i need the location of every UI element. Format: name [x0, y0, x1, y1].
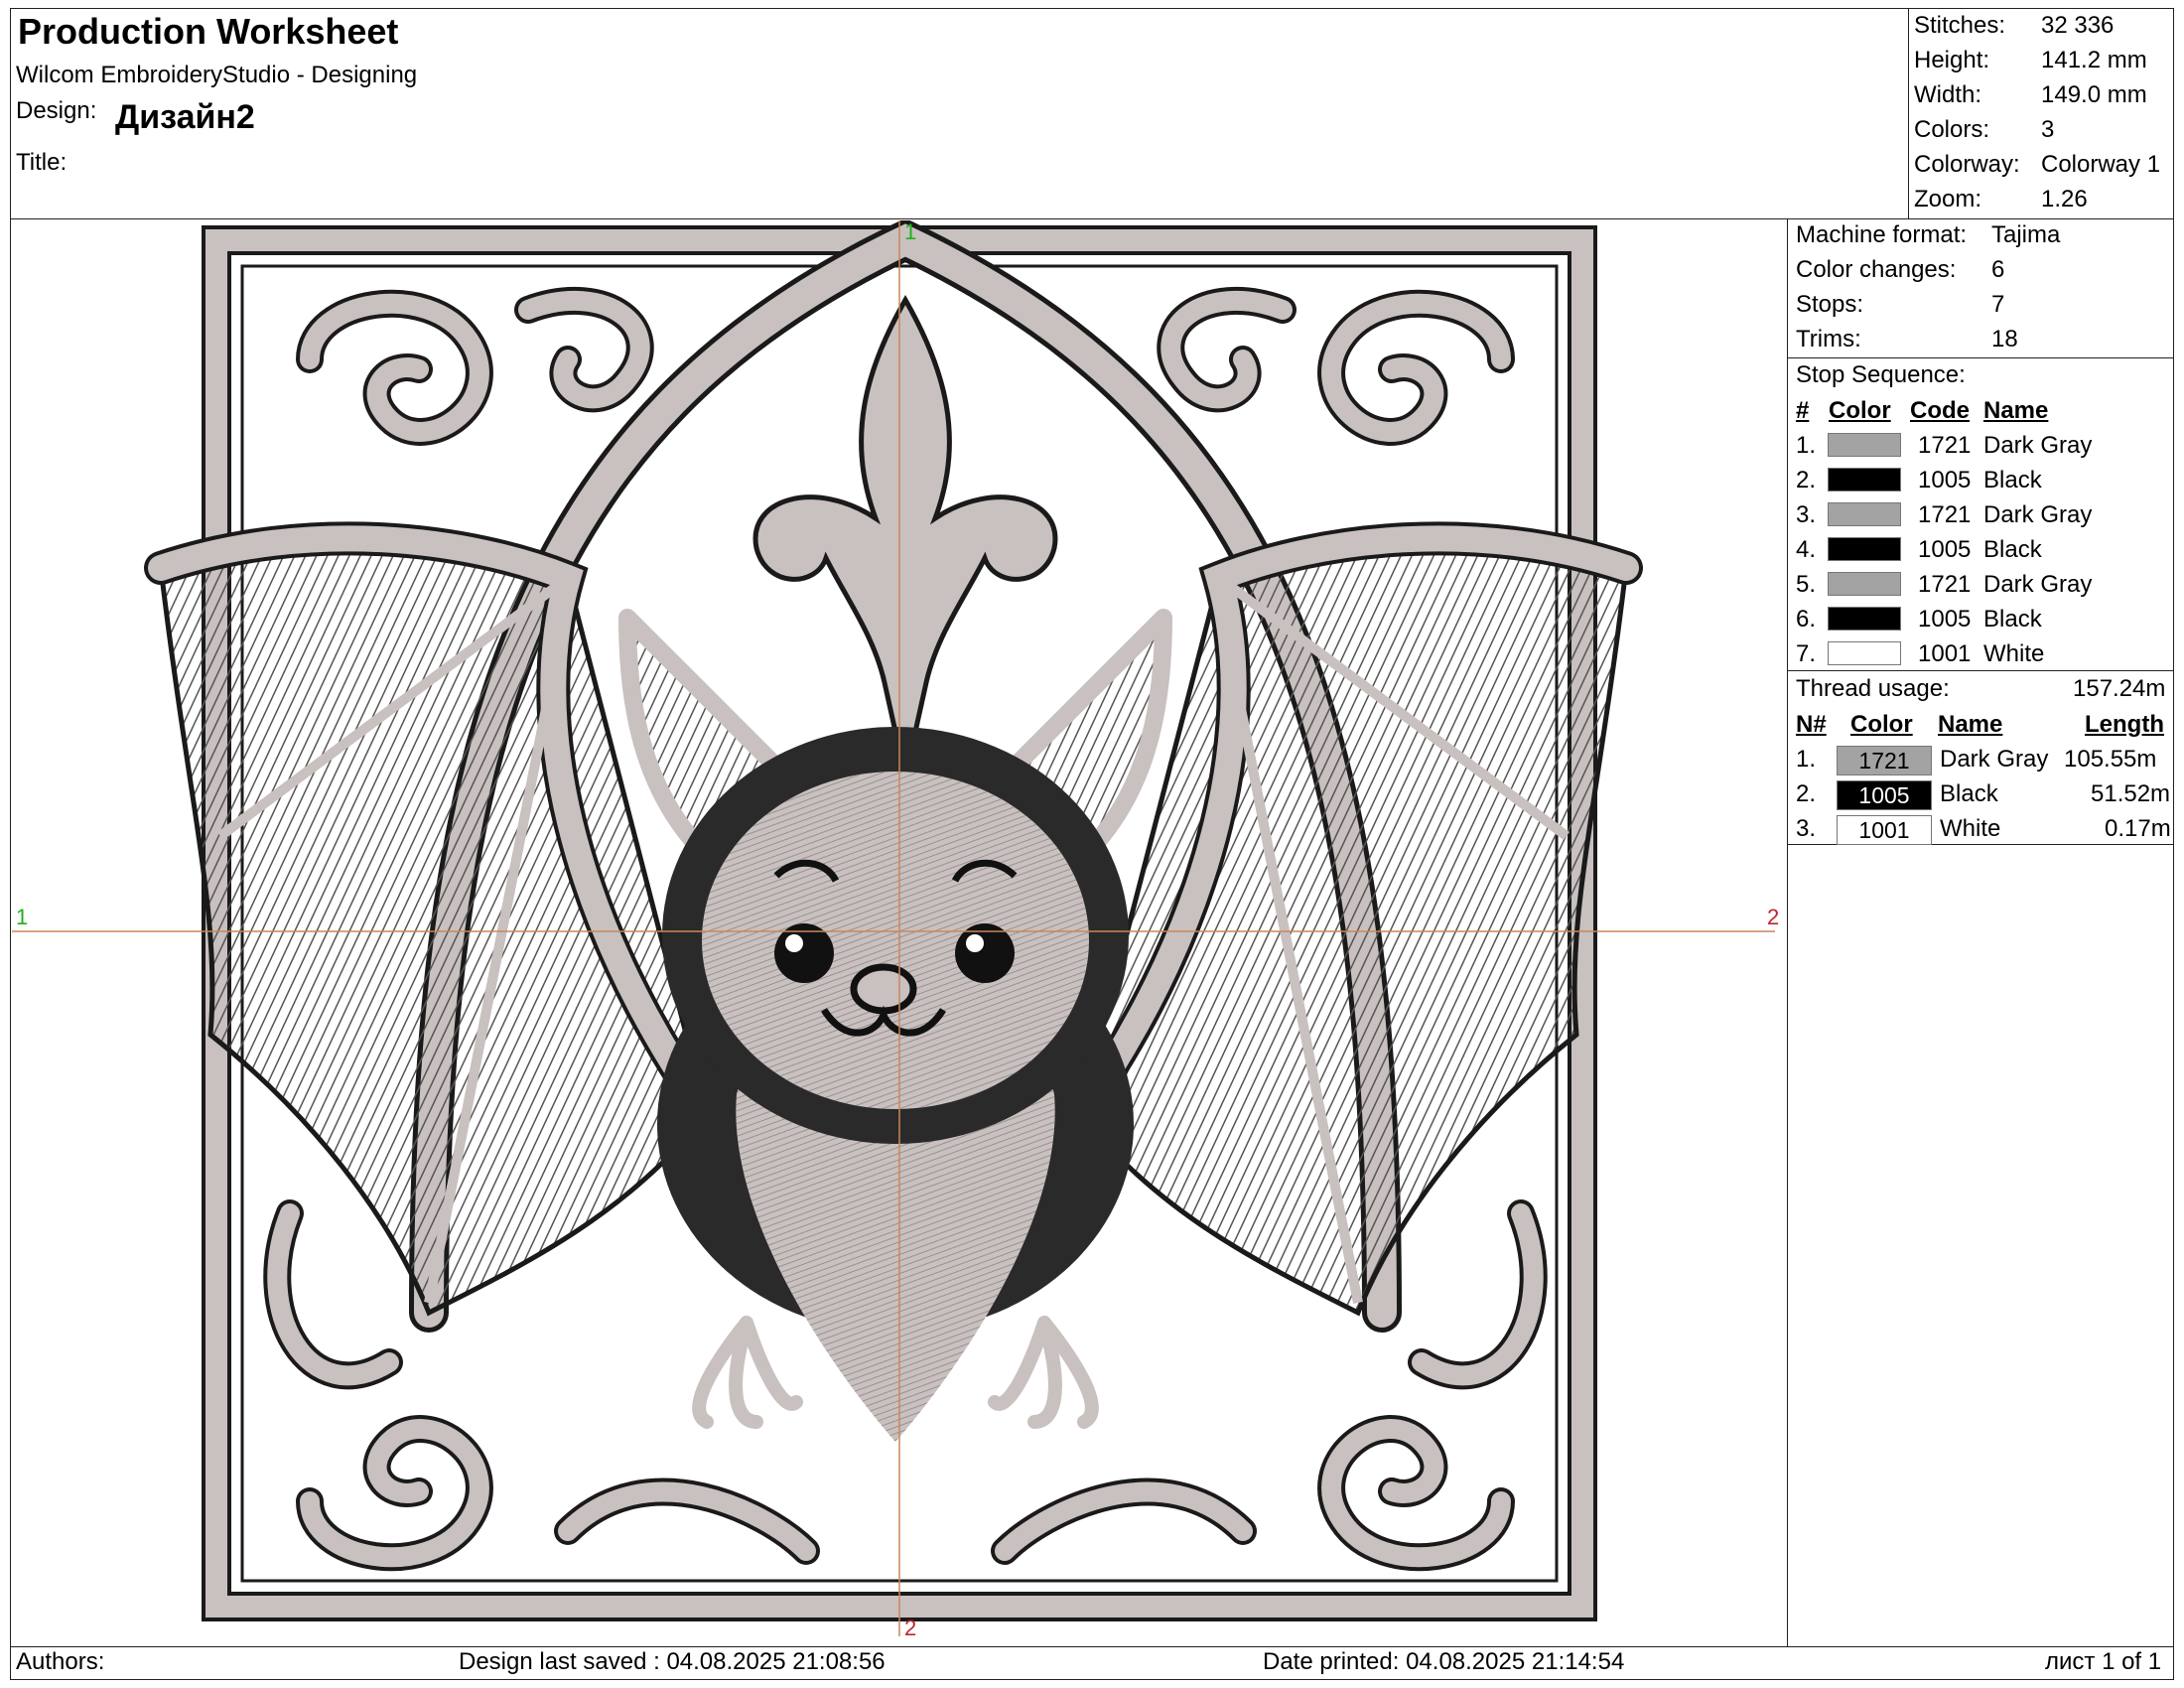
- thread-length: 0.17m: [2105, 815, 2171, 842]
- stop-num: 6.: [1796, 606, 1817, 633]
- stop-header-color: Color: [1829, 397, 1891, 424]
- stop-color-swatch: [1828, 433, 1901, 457]
- stop-code: 1005: [1918, 467, 1972, 493]
- machine-label: Stops:: [1796, 291, 1864, 318]
- crosshair-bottom-label: 2: [904, 1616, 917, 1640]
- summary-divider: [1908, 8, 1909, 218]
- footer-last-saved: Design last saved : 04.08.2025 21:08:56: [459, 1648, 886, 1675]
- summary-value: 32 336: [2041, 12, 2115, 39]
- side-panel-divider: [1787, 218, 1788, 1646]
- stop-num: 4.: [1796, 536, 1817, 563]
- machine-value: Tajima: [1991, 221, 2061, 248]
- stop-code: 1721: [1918, 501, 1972, 528]
- stop-color-swatch: [1828, 468, 1901, 492]
- thread-header-color: Color: [1850, 711, 1913, 738]
- summary-label: Zoom:: [1914, 186, 1982, 212]
- thread-color-swatch: 1001: [1837, 815, 1932, 845]
- machine-divider: [1787, 357, 2174, 358]
- footer-date-printed: Date printed: 04.08.2025 21:14:54: [1263, 1648, 1625, 1675]
- summary-value: 149.0 mm: [2041, 81, 2147, 108]
- stop-name: Dark Gray: [1983, 571, 2093, 598]
- stop-num: 3.: [1796, 501, 1817, 528]
- summary-value: Colorway 1: [2041, 151, 2161, 178]
- thread-name: Dark Gray: [1940, 746, 2049, 773]
- stop-code: 1721: [1918, 571, 1972, 598]
- frame-bottom: [10, 1679, 2174, 1680]
- machine-value: 7: [1991, 291, 2005, 318]
- header-divider: [10, 218, 2174, 219]
- summary-label: Colors:: [1914, 116, 1990, 143]
- design-label: Design:: [16, 97, 97, 124]
- stop-sequence-title: Stop Sequence:: [1796, 361, 1966, 388]
- footer-authors: Authors:: [16, 1648, 105, 1675]
- stop-name: Dark Gray: [1983, 501, 2093, 528]
- thread-usage-total: 157.24m: [2073, 675, 2166, 702]
- summary-value: 141.2 mm: [2041, 47, 2147, 73]
- stops-divider: [1787, 670, 2174, 671]
- stop-num: 5.: [1796, 571, 1817, 598]
- crosshair-top-label: 1: [904, 219, 917, 244]
- fleur-de-lis-ornament: [752, 294, 1058, 777]
- summary-label: Colorway:: [1914, 151, 2020, 178]
- thread-num: 1.: [1796, 746, 1817, 773]
- thread-color-swatch: 1005: [1837, 780, 1932, 810]
- thread-header-num: N#: [1796, 711, 1827, 738]
- stop-name: White: [1983, 640, 2045, 667]
- summary-value: 3: [2041, 116, 2055, 143]
- stop-name: Dark Gray: [1983, 432, 2093, 459]
- thread-num: 3.: [1796, 815, 1817, 842]
- stop-color-swatch: [1828, 641, 1901, 665]
- summary-value: 1.26: [2041, 186, 2088, 212]
- frame-left: [10, 8, 11, 1680]
- page-title: Production Worksheet: [18, 11, 399, 52]
- thread-length: 105.55m: [2064, 746, 2157, 773]
- stop-name: Black: [1983, 606, 2042, 633]
- stop-color-swatch: [1828, 572, 1901, 596]
- design-name: Дизайн2: [115, 98, 255, 136]
- thread-length: 51.52m: [2091, 780, 2171, 807]
- summary-label: Height:: [1914, 47, 1990, 73]
- stop-code: 1721: [1918, 432, 1972, 459]
- thread-name: Black: [1940, 780, 1998, 807]
- stop-color-swatch: [1828, 502, 1901, 526]
- thread-color-swatch: 1721: [1837, 746, 1932, 775]
- machine-label: Trims:: [1796, 326, 1861, 352]
- footer-page-number: лист 1 of 1: [2045, 1648, 2162, 1675]
- stop-header-num: #: [1796, 397, 1810, 424]
- stop-code: 1005: [1918, 536, 1972, 563]
- stop-num: 1.: [1796, 432, 1817, 459]
- bat-character: [618, 609, 1172, 1442]
- summary-label: Stitches:: [1914, 12, 2006, 39]
- frame-top: [10, 8, 2174, 9]
- stop-header-code: Code: [1910, 397, 1970, 424]
- stop-header-name: Name: [1983, 397, 2049, 424]
- thread-num: 2.: [1796, 780, 1817, 807]
- design-preview: [12, 220, 1775, 1636]
- thread-header-name: Name: [1938, 711, 2003, 738]
- title-label: Title:: [16, 149, 68, 176]
- machine-label: Machine format:: [1796, 221, 1968, 248]
- crosshair-left-label: 1: [16, 905, 29, 929]
- thread-usage-title: Thread usage:: [1796, 675, 1950, 702]
- stop-name: Black: [1983, 467, 2042, 493]
- crosshair-right-label: 2: [1767, 905, 1780, 929]
- thread-name: White: [1940, 815, 2001, 842]
- stop-code: 1001: [1918, 640, 1972, 667]
- stop-num: 2.: [1796, 467, 1817, 493]
- machine-label: Color changes:: [1796, 256, 1957, 283]
- app-name: Wilcom EmbroideryStudio - Designing: [16, 62, 418, 88]
- stop-color-swatch: [1828, 537, 1901, 561]
- stop-name: Black: [1983, 536, 2042, 563]
- stop-color-swatch: [1828, 607, 1901, 631]
- stop-code: 1005: [1918, 606, 1972, 633]
- machine-value: 18: [1991, 326, 2018, 352]
- footer-divider: [10, 1646, 2174, 1647]
- summary-label: Width:: [1914, 81, 1982, 108]
- thread-header-length: Length: [2085, 711, 2164, 738]
- machine-value: 6: [1991, 256, 2005, 283]
- stop-num: 7.: [1796, 640, 1817, 667]
